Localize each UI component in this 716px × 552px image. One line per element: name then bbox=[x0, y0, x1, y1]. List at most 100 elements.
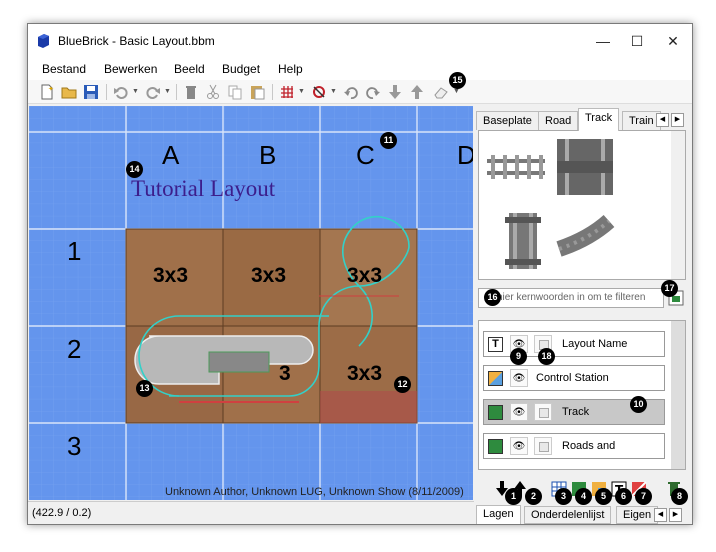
brick-layer-icon bbox=[488, 405, 503, 420]
close-button[interactable]: ✕ bbox=[662, 30, 684, 52]
layer-name: Track bbox=[562, 406, 590, 418]
maximize-button[interactable]: ☐ bbox=[626, 30, 648, 52]
annotation-marker: 4 bbox=[575, 488, 592, 505]
tab-track[interactable]: Track bbox=[578, 108, 620, 131]
tab-train[interactable]: Train bbox=[622, 111, 661, 130]
eraser-icon[interactable] bbox=[432, 83, 450, 101]
annotation-marker: 16 bbox=[484, 289, 501, 306]
save-icon[interactable] bbox=[82, 83, 100, 101]
menu-bestand[interactable]: Bestand bbox=[42, 62, 86, 76]
tab-road[interactable]: Road bbox=[538, 111, 579, 130]
annotation-marker: 7 bbox=[635, 488, 652, 505]
parts-scrollbar[interactable] bbox=[671, 131, 685, 279]
visibility-eye-icon[interactable]: 👁 bbox=[510, 403, 528, 421]
tab-eigen[interactable]: Eigen bbox=[616, 506, 659, 524]
vertical-track-part[interactable] bbox=[505, 213, 541, 269]
rotate-left-icon[interactable] bbox=[342, 83, 360, 101]
area-layer-icon bbox=[488, 371, 503, 386]
tab-scroll-right-icon[interactable]: ▶ bbox=[671, 113, 684, 127]
tab-scroll-right-icon[interactable]: ▶ bbox=[669, 508, 682, 522]
app-window: BlueBrick - Basic Layout.bbm — ☐ ✕ Besta… bbox=[27, 23, 693, 525]
baseplate-label: 3 bbox=[279, 362, 291, 385]
track-crossing-part[interactable] bbox=[557, 139, 613, 195]
annotation-marker: 9 bbox=[510, 348, 527, 365]
layout-title-text[interactable]: Tutorial Layout bbox=[131, 176, 275, 202]
hide-toggle-icon[interactable] bbox=[534, 403, 552, 421]
toolbar-separator bbox=[106, 84, 107, 100]
hide-toggle-icon[interactable] bbox=[534, 437, 552, 455]
visibility-eye-icon[interactable]: 👁 bbox=[510, 437, 528, 455]
undo-icon[interactable] bbox=[112, 83, 130, 101]
filter-input[interactable]: hier kernwoorden in om te filteren bbox=[478, 288, 664, 308]
annotation-marker: 18 bbox=[538, 348, 555, 365]
title-bar: BlueBrick - Basic Layout.bbm — ☐ ✕ bbox=[28, 24, 692, 58]
annotation-marker: 10 bbox=[630, 396, 647, 413]
annotation-marker: 14 bbox=[126, 161, 143, 178]
new-file-icon[interactable]: ✦ bbox=[38, 83, 56, 101]
annotation-marker: 2 bbox=[525, 488, 542, 505]
annotation-marker: 8 bbox=[671, 488, 688, 505]
annotation-marker: 1 bbox=[505, 488, 522, 505]
parts-tabs: Baseplate Road Track Train ◀ ▶ bbox=[476, 108, 688, 131]
annotation-marker: 11 bbox=[380, 132, 397, 149]
redo-dropdown-icon[interactable]: ▼ bbox=[164, 88, 171, 95]
grid-column-label: C bbox=[356, 140, 375, 170]
svg-text:✦: ✦ bbox=[48, 85, 54, 93]
bring-front-icon[interactable] bbox=[408, 83, 426, 101]
menu-budget[interactable]: Budget bbox=[222, 62, 260, 76]
parts-library bbox=[478, 130, 686, 280]
layer-row[interactable]: 👁 Control Station bbox=[483, 365, 665, 391]
grid-column-label: D bbox=[457, 140, 473, 171]
layout-drawing bbox=[29, 106, 473, 500]
tab-scroll-left-icon[interactable]: ◀ bbox=[654, 508, 667, 522]
tab-lagen[interactable]: Lagen bbox=[476, 505, 521, 524]
tab-onderdelenlijst[interactable]: Onderdelenlijst bbox=[524, 506, 612, 524]
annotation-marker: 15 bbox=[449, 72, 466, 89]
delete-icon[interactable] bbox=[182, 83, 200, 101]
baseplates bbox=[125, 228, 418, 424]
rotate-right-icon[interactable] bbox=[364, 83, 382, 101]
paint-dropdown-icon[interactable]: ▼ bbox=[330, 88, 337, 95]
status-bar: (422.9 / 0.2) bbox=[28, 501, 476, 524]
toolbar-separator bbox=[176, 84, 177, 100]
layers-list: T 👁 Layout Name 👁 Control Station 👁 Trac… bbox=[478, 320, 686, 470]
paint-icon[interactable] bbox=[310, 83, 328, 101]
tab-baseplate[interactable]: Baseplate bbox=[476, 111, 539, 130]
undo-dropdown-icon[interactable]: ▼ bbox=[132, 88, 139, 95]
grid-column-label: A bbox=[162, 140, 180, 170]
snap-dropdown-icon[interactable]: ▼ bbox=[298, 88, 305, 95]
toolbar-separator bbox=[272, 84, 273, 100]
filter-placeholder-text: hier kernwoorden in om te filteren bbox=[497, 292, 646, 303]
straight-track-part[interactable] bbox=[487, 155, 545, 179]
grid-column-label: B bbox=[259, 140, 277, 170]
redo-icon[interactable] bbox=[144, 83, 162, 101]
curved-track-part[interactable] bbox=[556, 214, 615, 257]
menu-beeld[interactable]: Beeld bbox=[174, 62, 205, 76]
open-folder-icon[interactable] bbox=[60, 83, 78, 101]
menu-bewerken[interactable]: Bewerken bbox=[104, 62, 157, 76]
cut-icon[interactable] bbox=[204, 83, 222, 101]
send-back-icon[interactable] bbox=[386, 83, 404, 101]
snap-grid-icon[interactable] bbox=[278, 83, 296, 101]
copy-icon[interactable] bbox=[226, 83, 244, 101]
layers-scrollbar[interactable] bbox=[671, 321, 685, 469]
annotation-marker: 17 bbox=[661, 280, 678, 297]
layout-canvas[interactable]: A B C D 1 2 3 Tutorial Layout 3x3 3x3 3x… bbox=[29, 106, 473, 500]
baseplate-label: 3x3 bbox=[251, 264, 287, 287]
layer-row[interactable]: 👁 Roads and bbox=[483, 433, 665, 459]
menu-bar: Bestand Bewerken Beeld Budget Help bbox=[28, 58, 692, 80]
baseplate-label: 3x3 bbox=[347, 264, 383, 287]
visibility-eye-icon[interactable]: 👁 bbox=[510, 369, 528, 387]
menu-help[interactable]: Help bbox=[278, 62, 303, 76]
tab-scroll-left-icon[interactable]: ◀ bbox=[656, 113, 669, 127]
grid-row-label: 3 bbox=[67, 431, 82, 461]
annotation-marker: 13 bbox=[136, 380, 153, 397]
eraser-dropdown-icon[interactable]: ▼ bbox=[453, 88, 460, 95]
right-panel: Baseplate Road Track Train ◀ ▶ hier kern… bbox=[474, 106, 692, 524]
minimize-button[interactable]: — bbox=[592, 30, 614, 52]
text-layer-icon: T bbox=[488, 337, 503, 352]
coordinates-readout: (422.9 / 0.2) bbox=[32, 507, 92, 519]
annotation-marker: 12 bbox=[394, 376, 411, 393]
paste-icon[interactable] bbox=[248, 83, 266, 101]
toolbar: ✦ ▼ ▼ ▼ ▼ ▼ bbox=[28, 80, 692, 104]
